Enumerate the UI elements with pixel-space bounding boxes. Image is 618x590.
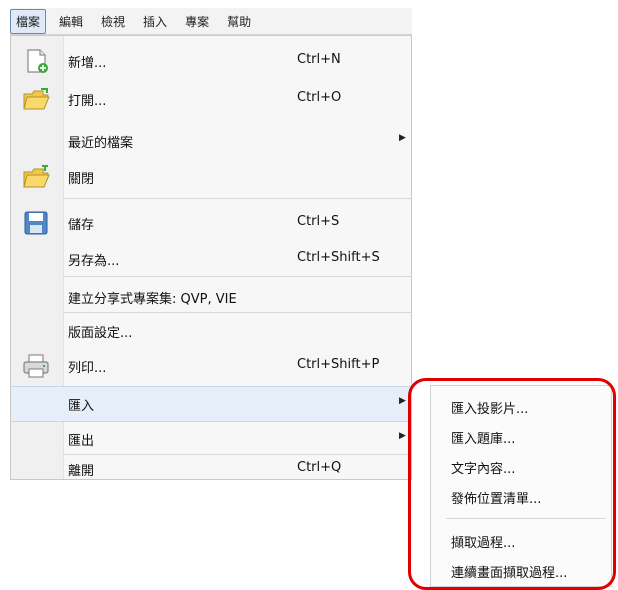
- new-document-icon: [21, 48, 51, 74]
- menu-item-label: 另存為...: [68, 254, 120, 269]
- menu-help[interactable]: 幫助: [222, 10, 256, 33]
- submenu-arrow-icon: ▶: [399, 396, 406, 406]
- menu-item-label: 最近的檔案: [68, 136, 134, 151]
- open-folder-icon: [21, 86, 51, 112]
- highlight-annotation-box: [408, 378, 616, 590]
- printer-icon: [21, 353, 51, 379]
- menu-item-label: 匯入: [68, 399, 95, 414]
- menu-item-save[interactable]: 儲存 Ctrl+S: [11, 206, 411, 240]
- shortcut-label: Ctrl+S: [297, 214, 340, 229]
- menu-item-label: 新增...: [68, 56, 107, 71]
- menu-separator: [63, 198, 411, 199]
- menu-item-close[interactable]: 關閉: [11, 160, 411, 194]
- submenu-arrow-icon: ▶: [399, 431, 406, 441]
- menu-item-recent-files[interactable]: 最近的檔案 ▶: [11, 124, 411, 158]
- menu-item-label: 儲存: [68, 218, 95, 233]
- close-folder-icon: [21, 164, 51, 190]
- menu-item-label: 匯出: [68, 434, 95, 449]
- menu-item-label: 打開...: [68, 94, 107, 109]
- menu-item-label: 離開: [68, 464, 95, 479]
- file-menu: 新增... Ctrl+N 打開... Ctrl+O 最近的檔案 ▶ 關閉 儲存 …: [10, 35, 412, 480]
- menu-bar: 檔案 編輯 檢視 插入 專案 幫助: [10, 8, 412, 35]
- menu-view[interactable]: 檢視: [96, 10, 130, 33]
- menu-insert[interactable]: 插入: [138, 10, 172, 33]
- menu-project[interactable]: 專案: [180, 10, 214, 33]
- menu-item-export[interactable]: 匯出 ▶: [11, 422, 411, 456]
- menu-item-new[interactable]: 新增... Ctrl+N: [11, 44, 411, 78]
- menu-item-open[interactable]: 打開... Ctrl+O: [11, 82, 411, 116]
- shortcut-label: Ctrl+O: [297, 90, 342, 105]
- menu-item-import[interactable]: 匯入 ▶: [11, 386, 411, 422]
- shortcut-label: Ctrl+Q: [297, 460, 342, 475]
- menu-item-label: 列印...: [68, 361, 107, 376]
- menu-edit[interactable]: 編輯: [54, 10, 88, 33]
- menu-item-label: 建立分享式專案集: QVP, VIE: [68, 292, 237, 307]
- shortcut-label: Ctrl+Shift+P: [297, 357, 380, 372]
- menu-item-save-as[interactable]: 另存為... Ctrl+Shift+S: [11, 242, 411, 276]
- menu-file[interactable]: 檔案: [10, 8, 47, 34]
- menu-item-print[interactable]: 列印... Ctrl+Shift+P: [11, 349, 411, 383]
- shortcut-label: Ctrl+N: [297, 52, 341, 67]
- submenu-arrow-icon: ▶: [399, 133, 406, 143]
- menu-item-build-shared-project[interactable]: 建立分享式專案集: QVP, VIE: [11, 280, 411, 314]
- menu-item-label: 關閉: [68, 172, 95, 187]
- save-disk-icon: [21, 210, 51, 236]
- menu-item-page-setup[interactable]: 版面設定...: [11, 314, 411, 348]
- menu-separator: [63, 276, 411, 277]
- menu-separator: [63, 312, 411, 313]
- shortcut-label: Ctrl+Shift+S: [297, 250, 380, 265]
- menu-item-label: 版面設定...: [68, 326, 133, 341]
- menu-item-exit[interactable]: 離開 Ctrl+Q: [11, 452, 411, 486]
